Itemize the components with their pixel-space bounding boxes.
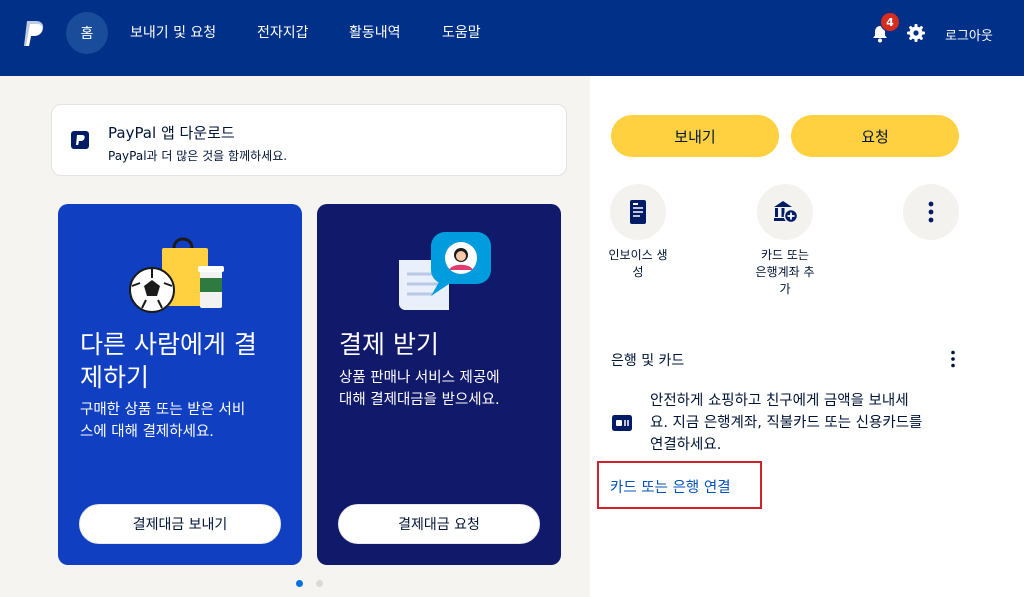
bank-and-card-section-title: 은행 및 카드 [611,353,685,369]
card-description-line: 스에 대해 결제하세요. [80,424,214,440]
bank-info-text: 요. 지금 은행계좌, 직불카드 또는 신용카드를 [650,415,923,431]
app-banner-subtitle: PayPal과 더 많은 것을 함께하세요. [108,149,288,163]
invoice-icon [630,200,646,224]
card-title-line: 제하기 [80,363,150,392]
add-card-or-bank-button[interactable] [757,184,813,240]
request-button[interactable]: 요청 [791,115,959,157]
nav-wallet[interactable]: 전자지갑 [257,24,309,42]
nav-home[interactable]: 홈 [66,12,108,54]
bank-info-text: 연결하세요. [650,437,722,453]
nav-send-request[interactable]: 보내기 및 요청 [130,24,216,42]
paypal-logo-icon[interactable] [22,20,46,48]
card-description-line: 상품 판매나 서비스 제공에 [339,370,500,386]
pay-someone-card: 다른 사람에게 결 제하기 구매한 상품 또는 받은 서비 스에 대해 결제하세… [58,204,302,565]
create-invoice-button[interactable] [610,184,666,240]
add-card-or-bank-label: 카드 또는 은행계좌 추 가 [755,248,815,296]
bank-info-text: 안전하게 쇼핑하고 친구에게 금액을 보내세 [650,393,909,409]
send-button[interactable]: 보내기 [611,115,779,157]
nav-help[interactable]: 도움말 [442,24,481,42]
card-description-line: 대해 결제대금을 받으세요. [339,392,500,408]
request-payment-button[interactable]: 결제대금 요청 [338,504,540,544]
more-actions-button[interactable] [903,184,959,240]
card-title-line: 결제 받기 [339,330,439,359]
nav-activity[interactable]: 활동내역 [349,24,401,42]
card-description-line: 구매한 상품 또는 받은 서비 [80,402,246,418]
wallet-card-icon [612,415,632,431]
card-title-line: 다른 사람에게 결 [80,330,257,359]
app-banner-title: PayPal 앱 다운로드 [108,124,235,142]
app-download-banner[interactable]: PayPal 앱 다운로드 PayPal과 더 많은 것을 함께하세요. [51,104,567,176]
create-invoice-label: 인보이스 생 성 [608,248,668,279]
more-vertical-icon [928,201,934,223]
section-more-icon[interactable] [950,350,956,368]
link-card-or-bank-link[interactable]: 카드 또는 은행 연결 [610,476,731,497]
invoice-chat-icon [399,232,491,310]
logout-link[interactable]: 로그아웃 [945,25,993,44]
paypal-app-icon [71,131,89,149]
carousel-dot-active[interactable] [296,580,303,587]
carousel-dot[interactable] [316,580,323,587]
notification-count-badge: 4 [880,12,900,32]
bank-add-icon [774,201,798,224]
get-paid-card: 결제 받기 상품 판매나 서비스 제공에 대해 결제대금을 받으세요. 결제대금… [317,204,561,565]
send-payment-button[interactable]: 결제대금 보내기 [79,504,281,544]
gear-icon[interactable] [907,24,925,42]
shopping-bag-icon [129,237,224,313]
